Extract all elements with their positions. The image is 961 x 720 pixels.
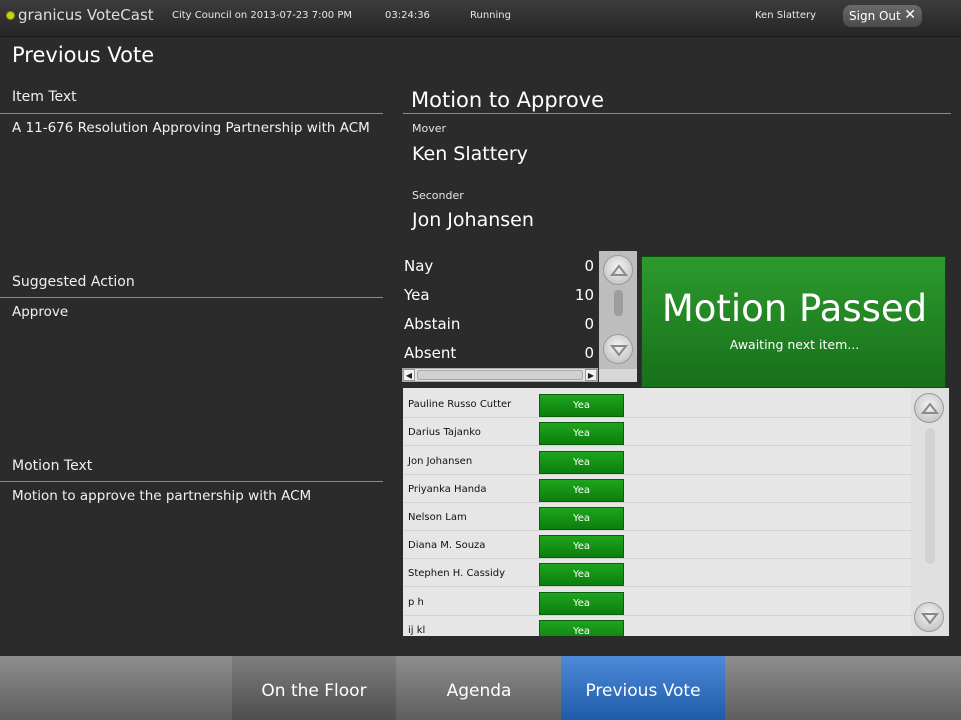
member-name: Jon Johansen [408, 456, 473, 467]
list-item: Nelson Lam Yea [403, 503, 911, 531]
seconder-name: Jon Johansen [412, 209, 534, 231]
list-item: Priyanka Handa Yea [403, 475, 911, 503]
vote-list-scroll-track[interactable] [925, 428, 935, 564]
tab-on-the-floor[interactable]: On the Floor [232, 656, 396, 720]
member-name: Stephen H. Cassidy [408, 568, 506, 579]
horizontal-scrollbar-thumb[interactable] [417, 370, 583, 380]
sign-out-button[interactable]: Sign Out ✕ [843, 5, 922, 27]
member-name: ij kl [408, 625, 426, 636]
result-title: Motion Passed [661, 287, 928, 330]
chevron-up-icon [920, 402, 940, 414]
suggested-action-label: Suggested Action [12, 274, 135, 290]
mover-label: Mover [412, 122, 447, 135]
chevron-down-icon [609, 345, 629, 357]
list-scroll-down-button[interactable] [914, 602, 944, 632]
member-name: Nelson Lam [408, 512, 467, 523]
tally-label-yea: Yea [404, 286, 430, 304]
divider [403, 113, 951, 114]
scrollbar-thumb[interactable] [614, 290, 623, 316]
page-title: Previous Vote [12, 43, 155, 67]
horizontal-scrollbar[interactable]: ◀ ▶ [402, 368, 598, 382]
logo-text: granicus VoteCast [18, 6, 154, 24]
tab-agenda[interactable]: Agenda [397, 656, 561, 720]
motion-title: Motion to Approve [411, 88, 605, 112]
vote-badge: Yea [539, 422, 624, 445]
list-item: Diana M. Souza Yea [403, 531, 911, 559]
member-name: Pauline Russo Cutter [408, 399, 512, 410]
seconder-label: Seconder [412, 189, 464, 202]
chevron-up-icon [609, 264, 629, 276]
scrollbar-corner [599, 369, 637, 382]
divider [0, 113, 383, 114]
logo-icon [6, 11, 15, 20]
granicus-logo: granicus VoteCast [6, 6, 154, 24]
tally-label-abstain: Abstain [404, 315, 461, 333]
member-name: Darius Tajanko [408, 427, 481, 438]
vote-badge: Yea [539, 479, 624, 502]
tally-value-yea: 10 [574, 286, 594, 304]
scroll-up-button[interactable] [603, 255, 633, 285]
chevron-down-icon [920, 613, 940, 625]
result-subtitle: Awaiting next item... [729, 337, 860, 352]
vote-badge: Yea [539, 535, 624, 558]
vote-badge: Yea [539, 620, 624, 636]
tally-value-absent: 0 [584, 344, 594, 362]
list-item: Darius Tajanko Yea [403, 418, 911, 446]
scroll-right-icon[interactable]: ▶ [585, 369, 597, 381]
suggested-action: Approve [12, 304, 69, 320]
mover-name: Ken Slattery [412, 143, 528, 165]
tally-label-absent: Absent [404, 344, 457, 362]
list-item: Jon Johansen Yea [403, 447, 911, 475]
motion-text-label: Motion Text [12, 458, 93, 474]
tally-value-abstain: 0 [584, 315, 594, 333]
list-scroll-up-button[interactable] [914, 393, 944, 423]
tally-value-nay: 0 [584, 257, 594, 275]
vote-badge: Yea [539, 394, 624, 417]
list-item: Stephen H. Cassidy Yea [403, 559, 911, 587]
scroll-left-icon[interactable]: ◀ [403, 369, 415, 381]
tab-previous-vote[interactable]: Previous Vote [561, 656, 725, 720]
tally-label-nay: Nay [404, 257, 434, 275]
member-name: p h [408, 597, 424, 608]
list-item: p h Yea [403, 588, 911, 616]
divider [0, 481, 383, 482]
meeting-status: Running [470, 10, 511, 21]
scroll-down-button[interactable] [603, 334, 633, 364]
close-icon: ✕ [904, 7, 916, 23]
sign-out-label: Sign Out [849, 9, 901, 23]
elapsed-time: 03:24:36 [385, 10, 430, 21]
current-user: Ken Slattery [755, 10, 817, 21]
vote-badge: Yea [539, 592, 624, 615]
meeting-title: City Council on 2013-07-23 7:00 PM [172, 10, 353, 21]
vote-badge: Yea [539, 563, 624, 586]
list-item: ij kl Yea [403, 616, 911, 636]
item-text-label: Item Text [12, 89, 77, 105]
list-item: Pauline Russo Cutter Yea [403, 390, 911, 418]
motion-text: Motion to approve the partnership with A… [12, 488, 312, 504]
vote-badge: Yea [539, 451, 624, 474]
divider [0, 297, 383, 298]
member-name: Diana M. Souza [408, 540, 486, 551]
member-name: Priyanka Handa [408, 484, 487, 495]
member-vote-list[interactable]: Pauline Russo Cutter Yea Darius Tajanko … [403, 388, 949, 636]
item-text: A 11-676 Resolution Approving Partnershi… [12, 120, 370, 136]
motion-result-banner: Motion Passed Awaiting next item... [641, 256, 946, 388]
vote-badge: Yea [539, 507, 624, 530]
top-bar: granicus VoteCast City Council on 2013-0… [0, 0, 961, 37]
